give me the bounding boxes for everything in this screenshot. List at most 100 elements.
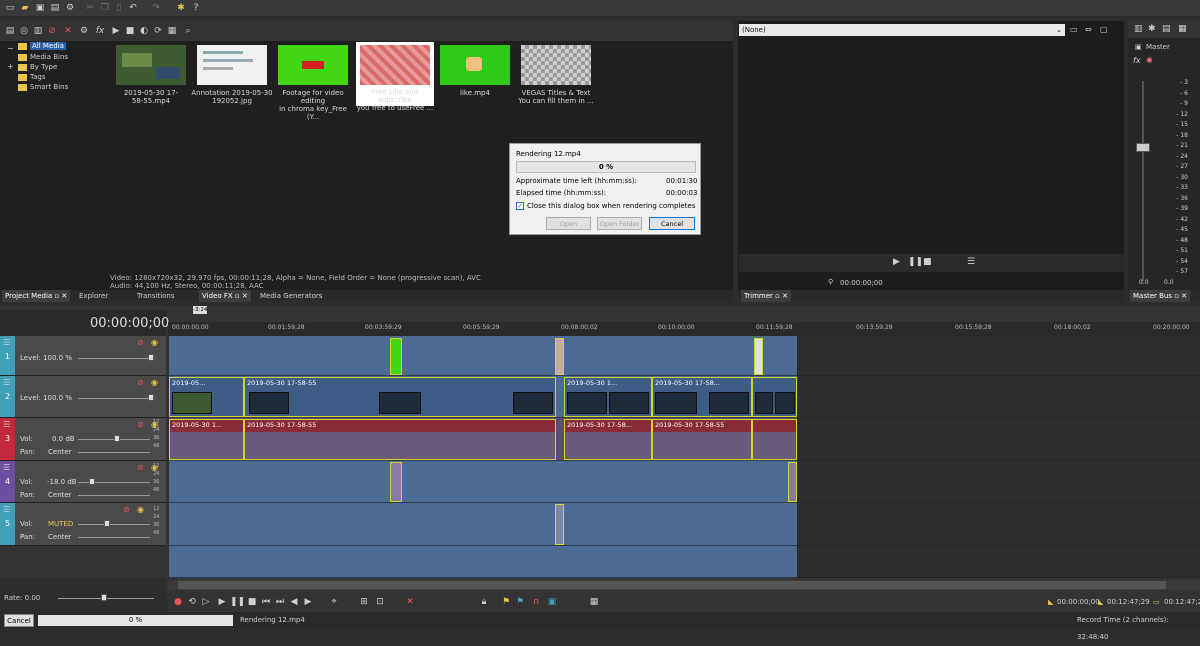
snap-icon[interactable]: ✱ (175, 2, 187, 14)
fx-icon[interactable]: ✱ (1148, 24, 1156, 34)
media-thumbnail[interactable] (440, 45, 510, 85)
fx-icon[interactable]: fx (1133, 56, 1141, 65)
track-header-4[interactable]: ☰ 4 Vol: -18.0 dB Pan: Center ⊘ ◉ (0, 461, 166, 503)
get-media-icon[interactable]: ▥ (32, 25, 44, 37)
tab-project-media[interactable]: Project Media ▫ ✕ (2, 290, 71, 302)
capture-icon[interactable]: ◎ (18, 25, 30, 37)
open-icon[interactable]: ▰ (19, 2, 31, 14)
tab-transitions[interactable]: Transitions (134, 290, 178, 302)
scroll-thumb[interactable] (178, 581, 1166, 589)
pan-slider[interactable] (78, 495, 150, 496)
audio-clip[interactable] (555, 504, 564, 545)
menu-icon[interactable]: ☰ (967, 257, 975, 267)
envelope-tool-icon[interactable]: ⊞ (358, 596, 370, 608)
audio-clip[interactable]: 2019-05-30 17-58-55 (244, 419, 556, 460)
properties-icon[interactable]: ⚙ (78, 25, 90, 37)
lock-envelopes-icon[interactable]: ▦ (588, 596, 600, 608)
tab-trimmer[interactable]: Trimmer ▫ ✕ (741, 290, 791, 302)
trimmer-select[interactable]: (None) ⌄ (739, 24, 1065, 36)
tab-explorer[interactable]: Explorer (76, 290, 111, 302)
tab-master-bus[interactable]: Master Bus ▫ ✕ (1130, 290, 1191, 302)
region-icon[interactable]: ⚑ (514, 596, 526, 608)
undo-icon[interactable]: ↶ (127, 2, 139, 14)
video-clip[interactable]: 2019-05-30 1... (564, 377, 652, 417)
stop-icon[interactable]: ■ (246, 596, 258, 608)
effect-icon[interactable]: ✺ (1146, 56, 1153, 65)
save-as-icon[interactable]: ▤ (49, 2, 61, 14)
expand-icon[interactable]: + (7, 62, 14, 71)
next-frame-icon[interactable]: ▶ (302, 596, 314, 608)
video-clip[interactable]: 2019-05... (169, 377, 244, 417)
track-menu-icon[interactable]: ☰ (3, 378, 10, 387)
audio-clip[interactable] (752, 419, 797, 460)
volume-knob[interactable] (89, 478, 95, 485)
media-thumbnail[interactable] (116, 45, 186, 85)
stop-icon[interactable]: ■ (923, 257, 932, 267)
mute-icon[interactable]: ⊘ (137, 463, 144, 472)
mute-icon[interactable]: ⊘ (137, 378, 144, 387)
play-icon[interactable]: ▶ (110, 25, 122, 37)
status-cancel-button[interactable]: Cancel (4, 614, 34, 627)
close-when-done-checkbox[interactable]: ✓ (516, 202, 524, 210)
marker-icon[interactable]: ⚑ (500, 596, 512, 608)
cancel-button[interactable]: Cancel (649, 217, 695, 230)
video-clip[interactable]: 2019-05-30 17-58... (652, 377, 752, 417)
track-header-2[interactable]: ☰ 2 Level: 100.0 % ⊘ ◉ (0, 376, 166, 418)
views-icon[interactable]: ▦ (166, 25, 178, 37)
play-from-start-icon[interactable]: ▷ (200, 596, 212, 608)
level-knob[interactable] (148, 394, 154, 401)
pan-slider[interactable] (78, 452, 150, 453)
level-knob[interactable] (148, 354, 154, 361)
marker-label[interactable]: -3:24 (193, 306, 207, 314)
master-fader[interactable] (1136, 143, 1150, 152)
track-menu-icon[interactable]: ☰ (3, 463, 10, 472)
selection-tool-icon[interactable]: ⊡ (374, 596, 386, 608)
tab-video-fx[interactable]: Video FX ▫ ✕ (199, 290, 251, 302)
trimmer-tool-icon[interactable]: ▭ (1070, 25, 1078, 34)
tree-item-all-media[interactable]: All Media (18, 41, 66, 51)
track-header-3[interactable]: ☰ 3 Vol: 0.0 dB Pan: Center ⊘ ◉ (0, 418, 166, 461)
media-thumbnail[interactable] (278, 45, 348, 85)
import-icon[interactable]: ▤ (4, 25, 16, 37)
mute-active-icon[interactable]: ⊘ (123, 505, 130, 514)
copy-icon[interactable]: ❐ (99, 2, 111, 14)
media-thumbnail[interactable] (197, 45, 267, 85)
go-to-start-icon[interactable]: ⏮ (260, 596, 272, 608)
delete-icon[interactable]: ✕ (62, 25, 74, 37)
video-clip[interactable] (390, 338, 402, 375)
new-icon[interactable]: ▭ (4, 2, 16, 14)
solo-icon[interactable]: ◉ (137, 505, 144, 514)
audio-clip[interactable]: 2019-05-30 1... (169, 419, 244, 460)
track-menu-icon[interactable]: ☰ (3, 420, 10, 429)
save-icon[interactable]: ▣ (34, 2, 46, 14)
tab-media-generators[interactable]: Media Generators (257, 290, 325, 302)
track-menu-icon[interactable]: ☰ (3, 338, 10, 347)
open-button[interactable]: Open (546, 217, 591, 230)
properties-icon[interactable]: ⚙ (64, 2, 76, 14)
tree-item-tags[interactable]: Tags (18, 72, 46, 82)
volume-knob[interactable] (114, 435, 120, 442)
level-slider[interactable] (78, 358, 150, 359)
empty-lane[interactable] (169, 546, 797, 578)
auto-ripple-icon[interactable]: ▣ (546, 596, 558, 608)
tree-item-media-bins[interactable]: Media Bins (18, 52, 68, 62)
rate-knob[interactable] (101, 594, 107, 601)
delete-icon[interactable]: ✕ (404, 596, 416, 608)
collapse-icon[interactable]: − (7, 44, 14, 53)
track-header-5[interactable]: ☰ 5 Vol: MUTED Pan: Center ⊘ ◉ (0, 503, 166, 546)
level-slider[interactable] (78, 398, 150, 399)
mute-icon[interactable]: ⊘ (137, 420, 144, 429)
auto-preview-icon[interactable]: ◐ (138, 25, 150, 37)
timeline-ruler[interactable]: 00:00:00;00 00:01:59;28 00:03:59;29 00:05:5… (168, 322, 1200, 336)
paste-icon[interactable]: ▯ (113, 2, 125, 14)
mute-icon[interactable]: ⊘ (137, 338, 144, 347)
media-thumbnail[interactable] (521, 45, 591, 85)
audio-clip[interactable]: 2019-05-30 17-58... (564, 419, 652, 460)
loop-icon[interactable]: ⟳ (152, 25, 164, 37)
zoom-icon[interactable]: ⌕ (182, 25, 194, 37)
audio-clip[interactable] (390, 462, 402, 502)
pan-slider[interactable] (78, 537, 150, 538)
pause-icon[interactable]: ❚❚ (908, 257, 923, 267)
track-lane-5[interactable] (169, 503, 797, 546)
snap-icon[interactable]: ∩ (530, 596, 542, 608)
